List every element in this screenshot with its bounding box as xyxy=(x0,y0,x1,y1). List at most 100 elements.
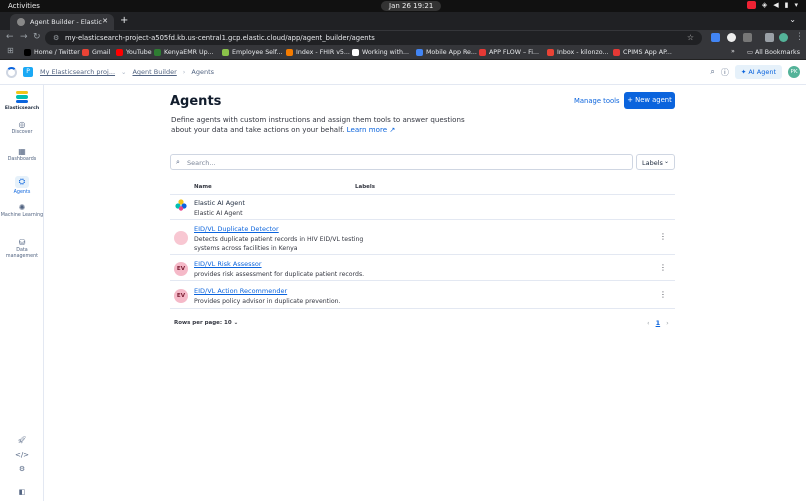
next-page-icon[interactable]: › xyxy=(666,319,669,327)
help-icon[interactable]: ⓘ xyxy=(721,67,729,78)
all-bookmarks[interactable]: ▭ All Bookmarks xyxy=(747,49,800,56)
chevron-down-icon[interactable]: ⌄ xyxy=(121,68,126,76)
bookmark-item[interactable]: CPIMS App AP... xyxy=(613,49,672,56)
ai-agent-label: AI Agent xyxy=(748,68,776,76)
agent-description: Detects duplicate patient records in HIV… xyxy=(194,236,364,252)
breadcrumb-project[interactable]: My Elasticsearch proj... xyxy=(40,68,115,76)
page-number[interactable]: 1 xyxy=(656,319,661,327)
learn-more-link[interactable]: Learn more ↗ xyxy=(347,125,396,134)
gear-icon[interactable]: ⚙ xyxy=(0,465,44,473)
extensions-puzzle-icon[interactable] xyxy=(743,33,752,42)
project-badge[interactable]: P xyxy=(23,67,33,77)
bookmark-item[interactable]: Inbox - kilonzo... xyxy=(547,49,609,56)
bookmark-item[interactable]: Gmail xyxy=(82,49,110,56)
table-row[interactable]: EV EID/VL Action Recommender Provides po… xyxy=(170,281,675,309)
new-agent-button[interactable]: + New agent xyxy=(624,92,675,109)
more-actions-icon[interactable]: ⋮ xyxy=(659,263,667,272)
browser-tab[interactable]: Agent Builder - Elastic ✕ xyxy=(10,14,114,30)
learn-more-label: Learn more xyxy=(346,125,388,134)
collapse-sidebar-icon[interactable]: ◧ xyxy=(0,488,44,496)
dashboard-icon: ▦ xyxy=(18,147,26,156)
manage-tools-link[interactable]: Manage tools xyxy=(574,97,620,105)
code-icon[interactable]: </> xyxy=(0,451,44,459)
tab-search-icon[interactable]: ⌄ xyxy=(789,15,796,24)
sidebar-item-dashboards[interactable]: ▦ Dashboards xyxy=(0,147,44,163)
sidebar-item-label: Data management xyxy=(5,248,39,259)
database-icon: ⛁ xyxy=(18,238,26,247)
bookmark-item[interactable]: Mobile App Re... xyxy=(416,49,477,56)
all-bookmarks-label: All Bookmarks xyxy=(755,49,800,56)
agents-icon: ⛭ xyxy=(15,176,29,188)
bookmark-item[interactable]: Index - FHIR v5... xyxy=(286,49,350,56)
bookmark-item[interactable]: YouTube xyxy=(116,49,152,56)
elastic-favicon-icon xyxy=(17,18,25,26)
table-row[interactable]: Elastic AI Agent Elastic AI Agent xyxy=(170,195,675,220)
sidebar-item-discover[interactable]: ◎ Discover xyxy=(0,121,44,136)
rows-per-page-select[interactable]: Rows per page: 10 ⌄ xyxy=(174,320,238,326)
agent-description: Elastic AI Agent xyxy=(194,210,243,217)
user-avatar[interactable]: PK xyxy=(788,66,800,78)
activities-button[interactable]: Activities xyxy=(8,2,40,10)
profile-icon[interactable] xyxy=(779,33,788,42)
apps-grid-icon[interactable]: ⊞ xyxy=(7,46,14,55)
agent-name-link[interactable]: EID/VL Duplicate Detector xyxy=(194,225,279,233)
back-icon[interactable]: ← xyxy=(6,32,14,42)
previous-page-icon[interactable]: ‹ xyxy=(647,319,650,327)
column-header-name[interactable]: Name xyxy=(194,184,212,190)
rows-per-page-label: Rows per page: 10 xyxy=(174,320,232,326)
bookmark-star-icon[interactable]: ☆ xyxy=(687,33,694,42)
agent-name-link[interactable]: EID/VL Action Recommender xyxy=(194,287,287,295)
reload-icon[interactable]: ↻ xyxy=(33,32,41,42)
close-tab-icon[interactable]: ✕ xyxy=(102,17,108,25)
table-row[interactable]: EID/VL Duplicate Detector Detects duplic… xyxy=(170,220,675,255)
volume-icon: ◀ xyxy=(773,1,779,9)
labels-filter-button[interactable]: Labels ⌄ xyxy=(636,154,675,170)
sidebar-item-label: Dashboards xyxy=(7,157,37,162)
clock[interactable]: Jan 26 19:21 xyxy=(381,1,442,11)
table-row[interactable]: EV EID/VL Risk Assessor provides risk as… xyxy=(170,255,675,281)
agent-avatar: EV xyxy=(174,262,188,276)
bookmark-label: Mobile App Re... xyxy=(426,49,477,56)
sidebar-item-data-management[interactable]: ⛁ Data management xyxy=(0,238,44,260)
search-icon[interactable]: ⌕ xyxy=(710,67,714,77)
system-tray[interactable]: ◈ ◀ ▮ ▾ xyxy=(746,1,798,9)
more-actions-icon[interactable]: ⋮ xyxy=(659,290,667,299)
search-input[interactable]: ⌕ Search... xyxy=(170,154,633,170)
more-bookmarks-icon[interactable]: » xyxy=(731,48,735,55)
bookmark-item[interactable]: KenyaEMR Up... xyxy=(154,49,214,56)
more-actions-icon[interactable]: ⋮ xyxy=(659,232,667,241)
menu-kebab-icon[interactable]: ⋮ xyxy=(795,32,804,42)
sidebar: Elasticsearch ◎ Discover ▦ Dashboards ⛭ … xyxy=(0,85,44,501)
sidebar-item-label: Discover xyxy=(11,130,33,135)
sidebar-item-agents[interactable]: ⛭ Agents xyxy=(0,176,44,196)
bookmark-label: APP FLOW – Fi... xyxy=(489,49,540,56)
chevron-down-icon: ⌄ xyxy=(663,158,669,165)
extension-icon[interactable] xyxy=(711,33,720,42)
bookmark-favicon-icon xyxy=(416,49,423,56)
kibana-header: P My Elasticsearch proj... ⌄ Agent Build… xyxy=(0,61,806,85)
ml-icon: ✺ xyxy=(18,203,26,212)
site-info-icon[interactable]: ⚙ xyxy=(53,34,59,42)
address-bar[interactable]: ⚙ my-elasticsearch-project-a505fd.kb.us-… xyxy=(45,31,702,45)
download-icon[interactable] xyxy=(765,33,774,42)
extension-icon[interactable] xyxy=(727,33,736,42)
ai-agent-button[interactable]: ✦ AI Agent xyxy=(734,65,782,79)
bookmark-item[interactable]: Working with... xyxy=(352,49,409,56)
bookmark-favicon-icon xyxy=(24,49,31,56)
bookmark-favicon-icon xyxy=(82,49,89,56)
bookmark-item[interactable]: APP FLOW – Fi... xyxy=(479,49,539,56)
url-text: my-elasticsearch-project-a505fd.kb.us-ce… xyxy=(65,34,375,42)
sidebar-brand: Elasticsearch xyxy=(4,106,40,111)
bookmark-item[interactable]: Home / Twitter xyxy=(24,49,80,56)
rocket-icon[interactable]: 🚀︎ xyxy=(0,436,44,444)
new-tab-button[interactable]: + xyxy=(120,15,128,26)
bookmark-item[interactable]: Employee Self... xyxy=(222,49,283,56)
record-icon xyxy=(746,1,756,9)
breadcrumb-agent-builder[interactable]: Agent Builder xyxy=(132,68,176,76)
header-actions: ⌕ ⓘ ✦ AI Agent PK xyxy=(710,65,800,79)
forward-icon[interactable]: → xyxy=(20,32,28,42)
elasticsearch-logo-icon[interactable] xyxy=(16,91,28,103)
agent-name-link[interactable]: EID/VL Risk Assessor xyxy=(194,260,262,268)
sidebar-item-machine-learning[interactable]: ✺ Machine Learning xyxy=(0,203,44,219)
new-agent-label: New agent xyxy=(635,96,672,104)
